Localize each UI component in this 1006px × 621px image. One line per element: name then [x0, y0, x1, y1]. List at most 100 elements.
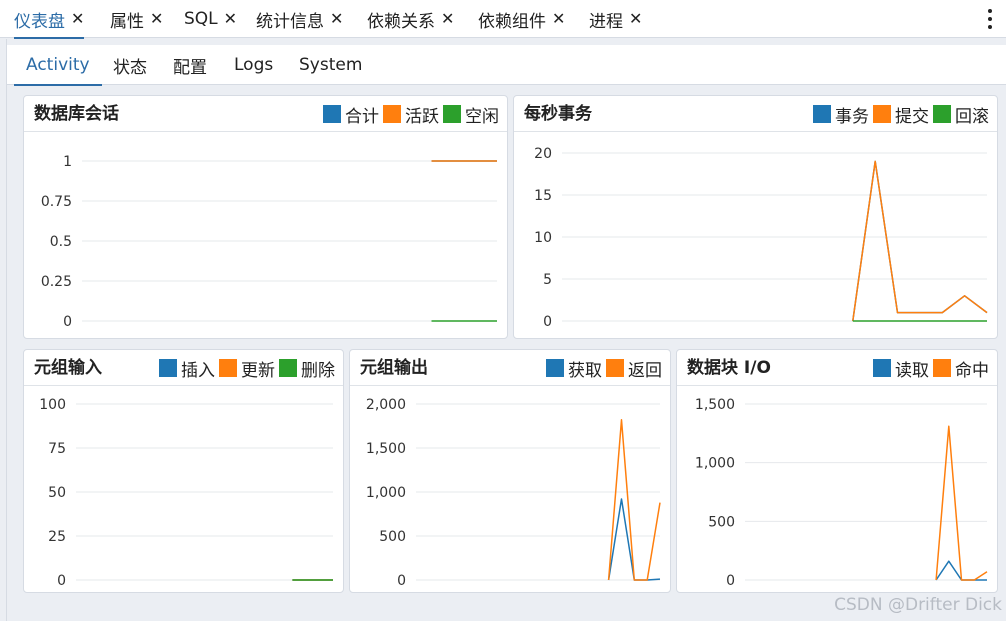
tuples-out-chart-card: 元组输出 获取 返回 0 500 1,000 1,500 2,000 [349, 349, 671, 593]
legend-swatch [159, 359, 177, 377]
legend-label: 回滚 [955, 106, 989, 127]
y-tick-label: 1,500 [366, 441, 406, 457]
legend-label: 插入 [181, 360, 215, 381]
close-icon[interactable]: ✕ [629, 11, 642, 27]
legend-label: 提交 [895, 106, 929, 127]
legend-label: 空闲 [465, 106, 499, 127]
subtab-config[interactable]: 配置 [173, 45, 207, 85]
legend-item: 返回 [606, 356, 662, 381]
chart-title: 元组输出 [360, 358, 428, 378]
tab-statistics[interactable]: 统计信息 ✕ [256, 0, 343, 38]
legend-item: 插入 [159, 356, 215, 381]
legend-swatch [813, 105, 831, 123]
chart-header: 元组输出 获取 返回 [350, 350, 670, 386]
y-tick-label: 0 [543, 314, 552, 330]
legend-label: 删除 [301, 360, 335, 381]
series-line-返回 [607, 419, 661, 581]
legend-swatch [219, 359, 237, 377]
series-line-命中 [935, 425, 988, 581]
more-options-icon[interactable] [984, 9, 996, 29]
y-tick-label: 1 [63, 154, 72, 170]
y-tick-label: 0.25 [41, 274, 72, 290]
legend-item: 命中 [933, 356, 989, 381]
chart-title: 元组输入 [34, 358, 102, 378]
legend-item: 空闲 [443, 102, 499, 127]
close-icon[interactable]: ✕ [224, 11, 237, 27]
block-io-chart-card: 数据块 I/O 读取 命中 0 500 1,000 1,500 [676, 349, 998, 593]
sessions-plot: 0 0.25 0.5 0.75 1 [41, 154, 497, 330]
legend-swatch [933, 359, 951, 377]
close-icon[interactable]: ✕ [552, 11, 565, 27]
legend-label: 事务 [835, 106, 869, 127]
subtab-state[interactable]: 状态 [113, 45, 147, 85]
tab-label: 依赖关系 [367, 11, 435, 32]
series-line-提交 [852, 160, 988, 322]
legend-swatch [606, 359, 624, 377]
close-icon[interactable]: ✕ [330, 11, 343, 27]
y-tick-label: 1,000 [366, 485, 406, 501]
legend-label: 活跃 [405, 106, 439, 127]
tab-properties[interactable]: 属性 ✕ [110, 0, 163, 38]
chart-title: 每秒事务 [524, 104, 592, 124]
legend-label: 更新 [241, 360, 275, 381]
tuples-out-plot: 0 500 1,000 1,500 2,000 [366, 397, 661, 589]
legend-item: 提交 [873, 102, 929, 127]
tuples-in-chart-card: 元组输入 插入 更新 删除 0 25 50 75 100 [23, 349, 344, 593]
y-tick-label: 500 [708, 514, 735, 530]
legend-item: 读取 [873, 356, 929, 381]
tab-label: 属性 [110, 11, 144, 32]
y-tick-label: 1,500 [695, 397, 735, 413]
legend-item: 删除 [279, 356, 335, 381]
legend-swatch [873, 105, 891, 123]
y-tick-label: 10 [534, 230, 552, 246]
legend-label: 获取 [568, 360, 602, 381]
tab-sql[interactable]: SQL ✕ [184, 0, 237, 38]
legend-label: 合计 [345, 106, 379, 127]
tab-label: 进程 [589, 11, 623, 32]
tab-dependencies[interactable]: 依赖关系 ✕ [367, 0, 454, 38]
tuples-in-plot: 0 25 50 75 100 [39, 397, 333, 589]
sub-tab-bar: Activity 状态 配置 Logs System [7, 45, 1006, 86]
y-tick-label: 0 [63, 314, 72, 330]
y-tick-label: 15 [534, 188, 552, 204]
subtab-activity[interactable]: Activity [14, 45, 102, 86]
y-tick-label: 0.5 [50, 234, 72, 250]
y-tick-label: 100 [39, 397, 66, 413]
y-tick-label: 2,000 [366, 397, 406, 413]
top-tab-bar: 仪表盘 ✕ 属性 ✕ SQL ✕ 统计信息 ✕ 依赖关系 ✕ 依赖组件 ✕ 进程… [0, 0, 1006, 39]
chart-legend: 合计 活跃 空闲 [323, 96, 499, 132]
tps-plot: 0 5 10 15 20 [534, 146, 988, 330]
chart-header: 每秒事务 事务 提交 回滚 [514, 96, 997, 132]
legend-label: 命中 [955, 360, 989, 381]
series-line-获取 [607, 498, 661, 581]
watermark: CSDN @Drifter Dick [834, 595, 1002, 615]
chart-title: 数据库会话 [34, 104, 119, 124]
y-tick-label: 0 [57, 573, 66, 589]
close-icon[interactable]: ✕ [150, 11, 163, 27]
sessions-chart-card: 数据库会话 合计 活跃 空闲 0 0.25 0.5 0.75 1 [23, 95, 508, 339]
tab-dashboard[interactable]: 仪表盘 ✕ [14, 0, 85, 39]
close-icon[interactable]: ✕ [71, 11, 84, 27]
tps-chart-card: 每秒事务 事务 提交 回滚 0 5 10 15 20 [513, 95, 998, 339]
tab-label: 仪表盘 [14, 11, 65, 32]
subtab-logs[interactable]: Logs [234, 45, 273, 85]
y-tick-label: 0 [726, 573, 735, 589]
chart-header: 数据块 I/O 读取 命中 [677, 350, 997, 386]
legend-swatch [443, 105, 461, 123]
subtab-system[interactable]: System [299, 45, 362, 85]
y-tick-label: 500 [379, 529, 406, 545]
block-io-plot: 0 500 1,000 1,500 [695, 397, 988, 589]
legend-swatch [279, 359, 297, 377]
tab-label: 统计信息 [256, 11, 324, 32]
y-tick-label: 20 [534, 146, 552, 162]
y-tick-label: 25 [48, 529, 66, 545]
chart-header: 元组输入 插入 更新 删除 [24, 350, 343, 386]
chart-legend: 获取 返回 [546, 350, 662, 386]
chart-header: 数据库会话 合计 活跃 空闲 [24, 96, 507, 132]
legend-item: 事务 [813, 102, 869, 127]
tab-processes[interactable]: 进程 ✕ [589, 0, 642, 38]
close-icon[interactable]: ✕ [441, 11, 454, 27]
legend-label: 返回 [628, 360, 662, 381]
y-tick-label: 1,000 [695, 456, 735, 472]
tab-dependents[interactable]: 依赖组件 ✕ [478, 0, 565, 38]
